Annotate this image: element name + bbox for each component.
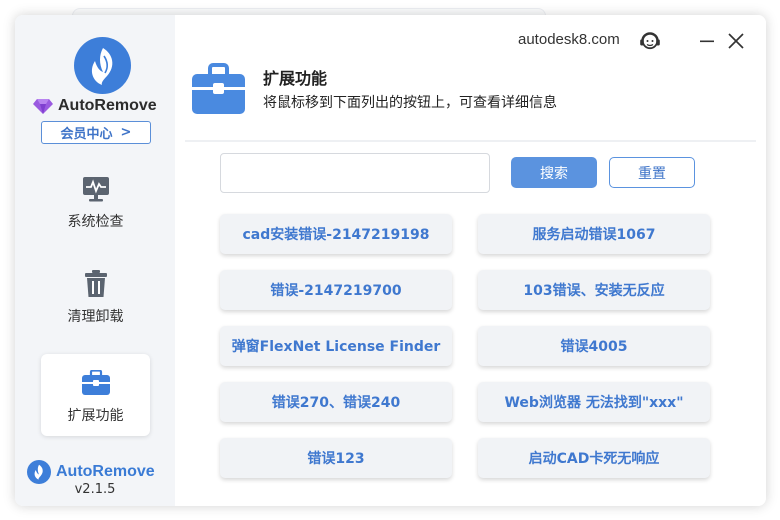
sidebar-item-extensions[interactable]: 扩展功能 <box>41 354 150 436</box>
toolbox-header-icon <box>192 63 245 114</box>
error-fix-button[interactable]: Web浏览器 无法找到"xxx" <box>478 382 710 422</box>
brand-row: AutoRemove <box>33 95 173 117</box>
member-center-label: 会员中心 <box>60 127 113 142</box>
support-icon[interactable] <box>638 29 662 53</box>
divider <box>185 140 756 142</box>
error-fix-button[interactable]: 弹窗FlexNet License Finder <box>220 326 452 366</box>
chevron-right-icon: > <box>120 125 132 140</box>
error-fix-button[interactable]: 103错误、安装无反应 <box>478 270 710 310</box>
page-title: 扩展功能 <box>263 69 328 88</box>
search-button[interactable]: 搜索 <box>511 157 597 188</box>
diamond-icon <box>33 99 53 114</box>
minimize-icon[interactable] <box>695 29 719 53</box>
error-fix-button[interactable]: 错误270、错误240 <box>220 382 452 422</box>
sidebar-item-system-check[interactable]: 系统检查 <box>41 175 150 235</box>
brand-name: AutoRemove <box>58 97 157 114</box>
app-logo-small-icon <box>27 460 51 484</box>
error-fix-button[interactable]: 错误123 <box>220 438 452 478</box>
close-icon[interactable] <box>724 29 748 53</box>
sidebar-item-label: 系统检查 <box>67 214 124 230</box>
page-subtitle: 将鼠标移到下面列出的按钮上，可查看详细信息 <box>263 95 557 111</box>
error-fix-button[interactable]: 错误-2147219700 <box>220 270 452 310</box>
app-logo-icon <box>74 37 131 94</box>
reset-button[interactable]: 重置 <box>609 157 695 188</box>
sidebar: AutoRemove 会员中心 > 系统检查 清理卸载 扩展功能 AutoRem… <box>15 15 175 506</box>
sidebar-item-cleanup[interactable]: 清理卸载 <box>41 270 150 330</box>
error-fix-button[interactable]: cad安装错误-2147219198 <box>220 214 452 254</box>
error-fix-button[interactable]: 错误4005 <box>478 326 710 366</box>
sidebar-item-label: 清理卸载 <box>67 309 124 325</box>
brand-footer-name: AutoRemove <box>56 463 155 480</box>
error-fix-button[interactable]: 启动CAD卡死无响应 <box>478 438 710 478</box>
app-window: AutoRemove 会员中心 > 系统检查 清理卸载 扩展功能 AutoRem… <box>15 15 766 506</box>
search-input[interactable] <box>220 153 490 193</box>
trash-icon <box>81 270 111 298</box>
site-link[interactable]: autodesk8.com <box>518 31 620 48</box>
sidebar-item-label: 扩展功能 <box>67 408 124 424</box>
error-fix-button[interactable]: 服务启动错误1067 <box>478 214 710 254</box>
main-panel: autodesk8.com 扩展功能 将鼠标移到下面列出的按钮上，可查看详细信息… <box>175 15 766 506</box>
version-label: v2.1.5 <box>74 482 116 497</box>
toolbox-icon <box>81 369 111 397</box>
monitor-pulse-icon <box>81 175 111 203</box>
member-center-button[interactable]: 会员中心 > <box>41 121 151 144</box>
